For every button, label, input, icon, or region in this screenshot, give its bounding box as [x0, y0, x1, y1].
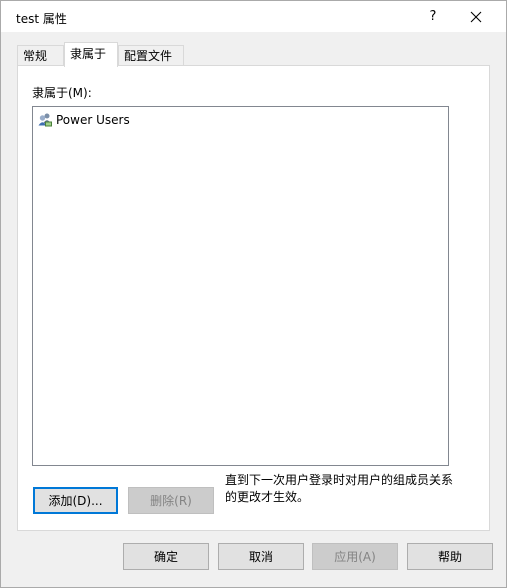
add-button[interactable]: 添加(D)...	[33, 487, 118, 514]
cancel-button-label: 取消	[248, 550, 273, 564]
cancel-button[interactable]: 取消	[218, 543, 304, 570]
close-icon	[470, 11, 482, 22]
group-name: Power Users	[56, 113, 130, 127]
member-of-label: 隶属于(M):	[32, 86, 92, 100]
close-button[interactable]	[456, 1, 496, 32]
help-footer-button-label: 帮助	[437, 550, 462, 564]
help-button[interactable]: ?	[413, 1, 453, 32]
apply-button-label: 应用(A)	[334, 550, 376, 564]
title-bar: test 属性 ?	[1, 1, 506, 32]
window-title: test 属性	[16, 12, 67, 26]
tab-general-label: 常规	[23, 49, 48, 63]
ok-button[interactable]: 确定	[123, 543, 209, 570]
tab-member-of[interactable]: 隶属于	[64, 42, 118, 67]
properties-dialog: test 属性 ? 常规 隶属于 配置文件 隶属于(M): Power User…	[0, 0, 507, 588]
ok-button-label: 确定	[153, 550, 178, 564]
help-footer-button[interactable]: 帮助	[407, 543, 493, 570]
remove-button[interactable]: 删除(R)	[128, 487, 214, 514]
tab-profile[interactable]: 配置文件	[118, 45, 184, 65]
group-listbox[interactable]: Power Users	[32, 106, 449, 466]
membership-note: 直到下一次用户登录时对用户的组成员关系的更改才生效。	[225, 473, 454, 504]
tab-member-of-label: 隶属于	[70, 47, 107, 61]
apply-button[interactable]: 应用(A)	[312, 543, 398, 570]
remove-button-label: 删除(R)	[150, 494, 192, 508]
user-group-icon	[38, 113, 52, 127]
help-label: ?	[429, 9, 437, 24]
tab-panel-member-of: 隶属于(M): Power Users 添加(D)... 删除(R) 直到下一次…	[17, 65, 490, 531]
tab-profile-label: 配置文件	[124, 49, 173, 63]
add-button-label: 添加(D)...	[48, 494, 103, 508]
tab-general[interactable]: 常规	[17, 45, 64, 65]
list-item[interactable]: Power Users	[37, 111, 130, 129]
